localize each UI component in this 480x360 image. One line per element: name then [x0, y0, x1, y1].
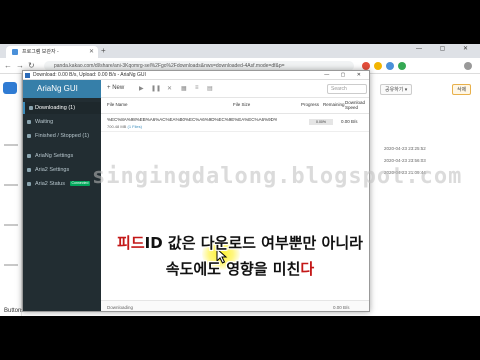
- select-all-icon[interactable]: ▦: [181, 85, 187, 92]
- ariang-window-controls[interactable]: — ▢ ✕: [324, 71, 366, 80]
- extension-icon[interactable]: [362, 62, 370, 70]
- watermark-text: singingdalong.blogspot.com: [92, 164, 463, 189]
- sidebar-item-waiting[interactable]: Waiting: [23, 116, 101, 128]
- background-content-right: 공유하기 ▾ 삭제 2020-04-23 23:25:52 2020-04-23…: [370, 74, 480, 316]
- status-left: Downloading: [107, 305, 134, 310]
- list-icon[interactable]: ≡: [195, 85, 199, 91]
- status-speed: 0.00 B/s: [333, 305, 350, 310]
- new-task-button[interactable]: + New: [107, 85, 124, 91]
- column-progress[interactable]: Progress: [301, 102, 319, 107]
- column-remaining[interactable]: Remaining: [323, 102, 345, 107]
- task-table-header: File Name File Size Progress Remaining D…: [101, 98, 369, 114]
- sidebar-item-label: Aria2 Status: [35, 181, 65, 187]
- trash-icon[interactable]: ▤: [207, 85, 213, 92]
- task-size-value: 700.48 MB: [107, 124, 127, 129]
- task-row[interactable]: %EC%8A%98%EB%A6%AC%EA%B0%EC%A6%9D%EC%9E%…: [101, 114, 369, 132]
- tab-close-icon[interactable]: ✕: [89, 46, 94, 58]
- delete-button[interactable]: 삭제: [452, 84, 472, 95]
- column-download-speed[interactable]: Download Speed: [345, 100, 369, 110]
- task-progress-text: 0.00%: [316, 120, 326, 124]
- task-file-count[interactable]: (1 Files): [127, 124, 141, 129]
- browser-window-controls[interactable]: — ▢ ✕: [416, 45, 476, 52]
- caption-text: 속도에도 영향을 미친: [165, 260, 301, 278]
- task-file-size: 700.48 MB (1 Files): [107, 124, 142, 129]
- ariang-brand: AriaNg GUI: [23, 80, 101, 98]
- profile-avatar[interactable]: [464, 62, 472, 70]
- tab-title: 프로그램 보관자 -: [22, 49, 59, 55]
- file-date: 2020-04-23 23:25:52: [384, 146, 426, 151]
- browser-tab[interactable]: 프로그램 보관자 - ✕: [6, 46, 98, 58]
- caption-line-2: 속도에도 영향을 미친다: [0, 258, 480, 279]
- delete-icon[interactable]: ✕: [167, 85, 172, 92]
- pause-icon[interactable]: ❚❚: [151, 85, 161, 92]
- ariang-statusbar: Downloading 0.00 B/s: [101, 300, 369, 311]
- sidebar-item-finished[interactable]: Finished / Stopped (1): [23, 130, 101, 142]
- new-tab-button[interactable]: +: [101, 46, 106, 56]
- new-task-label: New: [112, 85, 125, 91]
- background-nav-line: [4, 184, 18, 186]
- play-icon: [29, 106, 33, 110]
- caption-text: ID 값은 다운로드 여부뿐만 아니라: [144, 234, 363, 252]
- check-icon: [27, 134, 31, 138]
- browser-tabbar: 프로그램 보관자 - ✕ + — ▢ ✕: [0, 44, 480, 58]
- task-download-speed: 0.00 B/s: [341, 119, 358, 124]
- ariang-app-icon: [25, 73, 30, 78]
- background-nav-line: [4, 224, 18, 226]
- server-icon: [27, 182, 31, 186]
- task-file-name[interactable]: %EC%8A%98%EB%A6%AC%EA%B0%EC%A6%9D%EC%9E%…: [107, 117, 277, 122]
- caption-highlight: 피드: [117, 234, 145, 252]
- sidebar-item-ariang-settings[interactable]: AriaNg Settings: [23, 150, 101, 162]
- sidebar-item-downloading[interactable]: Downloading (1): [23, 102, 101, 114]
- background-sidebar: [0, 74, 22, 316]
- background-nav-line: [4, 144, 18, 146]
- extension-icon[interactable]: [374, 62, 382, 70]
- extension-icon[interactable]: [386, 62, 394, 70]
- gears-icon: [27, 168, 31, 172]
- sidebar-item-label: AriaNg Settings: [35, 153, 74, 159]
- sidebar-item-label: Downloading (1): [35, 105, 76, 111]
- clock-icon: [27, 120, 31, 124]
- status-badge: Connected: [69, 181, 91, 186]
- caption-highlight: 다: [300, 260, 315, 278]
- column-file-name[interactable]: File Name: [107, 102, 128, 107]
- start-icon[interactable]: ▶: [139, 85, 144, 92]
- gear-icon: [27, 154, 31, 158]
- search-input[interactable]: Search: [327, 84, 367, 94]
- sidebar-item-label: Finished / Stopped (1): [35, 133, 90, 139]
- file-date: 2020-04-23 23:56:03: [384, 158, 426, 163]
- back-icon[interactable]: ←: [4, 61, 12, 71]
- ariang-toolbar: + New ▶ ❚❚ ✕ ▦ ≡ ▤ Search: [101, 80, 369, 98]
- ariang-window-title: Download: 0.00 B/s, Upload: 0.00 B/s - A…: [33, 72, 146, 78]
- share-button[interactable]: 공유하기 ▾: [380, 84, 413, 95]
- sidebar-item-aria2-status[interactable]: Aria2 Status Connected: [23, 178, 101, 190]
- tab-favicon-icon: [12, 49, 18, 55]
- screenshot-frame: 프로그램 보관자 - ✕ + — ▢ ✕ ← → ↻ panda.kakao.c…: [0, 44, 480, 316]
- extension-icon[interactable]: [398, 62, 406, 70]
- app-logo-icon: [3, 82, 17, 94]
- sidebar-item-label: Aria2 Settings: [35, 167, 70, 173]
- sidebar-item-label: Waiting: [35, 119, 54, 125]
- column-file-size[interactable]: File Size: [233, 102, 250, 107]
- plus-icon: +: [107, 85, 111, 91]
- ariang-titlebar: Download: 0.00 B/s, Upload: 0.00 B/s - A…: [23, 71, 369, 80]
- caption-line-1: 피드ID 값은 다운로드 여부뿐만 아니라: [0, 232, 480, 253]
- sidebar-item-aria2-settings[interactable]: Aria2 Settings: [23, 164, 101, 176]
